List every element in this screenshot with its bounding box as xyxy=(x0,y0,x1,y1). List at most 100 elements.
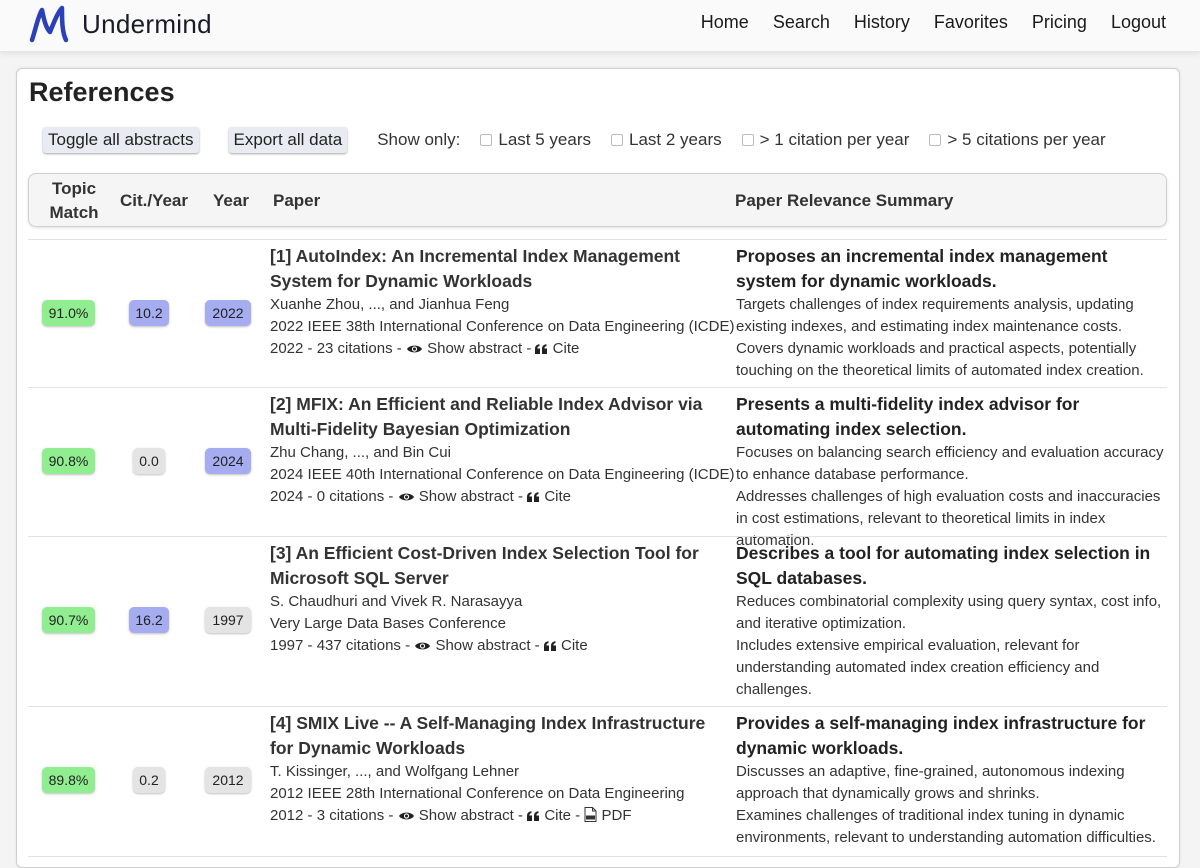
summary-line: Discusses an adaptive, fine-grained, aut… xyxy=(736,763,1125,802)
eye-icon xyxy=(398,493,414,501)
filter-5-citations-per-year[interactable]: > 5 citations per year xyxy=(929,130,1106,150)
filter-label: > 5 citations per year xyxy=(947,130,1106,149)
filter-label: Last 5 years xyxy=(498,130,591,149)
filter-last-2-years[interactable]: Last 2 years xyxy=(611,130,722,150)
checkbox[interactable] xyxy=(480,134,493,146)
paper-authors: Zhu Chang, ..., and Bin Cui xyxy=(270,444,451,461)
header-summary: Paper Relevance Summary xyxy=(735,191,954,210)
cit-year-badge: 0.2 xyxy=(133,767,165,793)
nav-search[interactable]: Search xyxy=(773,12,830,33)
show-abstract-link[interactable]: Show abstract xyxy=(414,637,534,654)
filter-label: > 1 citation per year xyxy=(759,130,910,149)
quote-icon xyxy=(527,492,540,502)
table-row: 90.7% 16.2 1997 [3] An Efficient Cost-Dr… xyxy=(28,536,1167,706)
brand[interactable]: Undermind xyxy=(28,4,212,44)
paper-title[interactable]: [3] An Efficient Cost-Driven Index Selec… xyxy=(270,541,732,591)
show-abstract-link[interactable]: Show abstract xyxy=(398,807,518,824)
filter-1-citation-per-year[interactable]: > 1 citation per year xyxy=(741,130,910,150)
eye-icon xyxy=(398,812,414,820)
paper-cell: [1] AutoIndex: An Incremental Index Mana… xyxy=(270,244,735,360)
year-badge: 1997 xyxy=(205,607,251,633)
toggle-abstracts-button[interactable]: Toggle all abstracts xyxy=(43,127,199,153)
table-header: Topic Match Cit./Year Year Paper Paper R… xyxy=(28,173,1167,227)
show-abstract-link[interactable]: Show abstract xyxy=(398,488,518,505)
eye-icon xyxy=(406,345,422,353)
summary-cell: Describes a tool for automating index se… xyxy=(736,541,1166,701)
cite-link[interactable]: Cite xyxy=(543,637,588,654)
paper-venue: 2022 IEEE 38th International Conference … xyxy=(270,318,735,335)
header-topic-match[interactable]: Topic Match xyxy=(43,177,105,225)
summary-line: Examines challenges of traditional index… xyxy=(736,807,1156,846)
nav-favorites[interactable]: Favorites xyxy=(934,12,1008,33)
cite-label: Cite xyxy=(544,488,571,505)
summary-title: Provides a self-managing index infrastru… xyxy=(736,713,1146,758)
main-nav: Home Search History Favorites Pricing Lo… xyxy=(701,12,1166,33)
export-data-button[interactable]: Export all data xyxy=(228,127,348,153)
pdf-label: PDF xyxy=(601,807,632,824)
show-abstract-label: Show abstract xyxy=(418,488,514,505)
paper-stats-line: 2024 - 0 citations - Show abstract - Cit… xyxy=(270,488,571,505)
show-abstract-link[interactable]: Show abstract xyxy=(406,340,526,357)
paper-title[interactable]: [4] SMIX Live -- A Self-Managing Index I… xyxy=(270,711,732,761)
paper-title[interactable]: [2] MFIX: An Efficient and Reliable Inde… xyxy=(270,392,732,442)
year-badge: 2024 xyxy=(205,448,251,474)
summary-line: Includes extensive empirical evaluation,… xyxy=(736,637,1100,698)
summary-title: Presents a multi-fidelity index advisor … xyxy=(736,394,1080,439)
paper-stats: 2024 - 0 citations - xyxy=(270,488,394,505)
topic-match-badge: 90.7% xyxy=(42,607,95,633)
paper-venue: 2024 IEEE 40th International Conference … xyxy=(270,466,735,483)
header-year[interactable]: Year xyxy=(209,189,253,213)
summary-line: Reduces combinatorial complexity using q… xyxy=(736,593,1162,632)
nav-logout[interactable]: Logout xyxy=(1111,12,1166,33)
table-row: 91.0% 10.2 2022 [1] AutoIndex: An Increm… xyxy=(28,239,1167,387)
table-row: 90.8% 0.0 2024 [2] MFIX: An Efficient an… xyxy=(28,387,1167,549)
checkbox[interactable] xyxy=(741,134,754,146)
cite-link[interactable]: Cite xyxy=(527,488,571,505)
summary-line: Targets challenges of index requirements… xyxy=(736,296,1134,335)
summary-cell: Presents a multi-fidelity index advisor … xyxy=(736,392,1166,552)
paper-venue: 2012 IEEE 28th International Conference … xyxy=(270,785,685,802)
paper-venue: Very Large Data Bases Conference xyxy=(270,615,506,632)
paper-authors: Xuanhe Zhou, ..., and Jianhua Feng xyxy=(270,296,510,313)
paper-authors: S. Chaudhuri and Vivek R. Narasayya xyxy=(270,593,523,610)
quote-icon xyxy=(543,641,556,651)
app-name: Undermind xyxy=(82,8,212,39)
show-abstract-label: Show abstract xyxy=(427,340,523,357)
summary-title: Describes a tool for automating index se… xyxy=(736,543,1151,588)
show-only-label: Show only: xyxy=(377,130,461,149)
paper-title[interactable]: [1] AutoIndex: An Incremental Index Mana… xyxy=(270,244,732,294)
header-cit-year[interactable]: Cit./Year xyxy=(117,189,191,213)
header-topic-label: Topic xyxy=(51,179,97,198)
topic-match-badge: 89.8% xyxy=(42,767,95,793)
cit-year-badge: 10.2 xyxy=(129,300,169,326)
header-paper[interactable]: Paper xyxy=(273,189,320,213)
cite-link[interactable]: Cite xyxy=(527,807,575,824)
show-abstract-label: Show abstract xyxy=(435,637,531,654)
summary-line: Covers dynamic workloads and practical a… xyxy=(736,340,1144,379)
nav-home[interactable]: Home xyxy=(701,12,749,33)
paper-stats-line: 2022 - 23 citations - Show abstract - Ci… xyxy=(270,340,580,357)
eye-icon xyxy=(415,642,431,650)
quote-icon xyxy=(535,344,548,354)
checkbox[interactable] xyxy=(611,134,623,146)
year-badge: 2022 xyxy=(205,300,251,326)
year-badge: 2012 xyxy=(205,767,251,793)
table-row: 89.8% 0.2 2012 [4] SMIX Live -- A Self-M… xyxy=(28,706,1167,856)
nav-history[interactable]: History xyxy=(854,12,910,33)
cite-label: Cite xyxy=(544,807,571,824)
summary-cell: Proposes an incremental index management… xyxy=(736,244,1166,382)
paper-stats-line: 2012 - 3 citations - Show abstract - Cit… xyxy=(270,807,632,824)
paper-stats: 2012 - 3 citations - xyxy=(270,807,394,824)
nav-pricing[interactable]: Pricing xyxy=(1032,12,1087,33)
cite-label: Cite xyxy=(561,637,588,654)
pdf-link[interactable]: PDF xyxy=(584,807,632,824)
topic-match-badge: 90.8% xyxy=(42,448,95,474)
summary-line: Focuses on balancing search efficiency a… xyxy=(736,444,1164,483)
checkbox[interactable] xyxy=(929,134,942,146)
cite-link[interactable]: Cite xyxy=(535,340,579,357)
paper-cell: [3] An Efficient Cost-Driven Index Selec… xyxy=(270,541,732,657)
paper-authors: T. Kissinger, ..., and Wolfgang Lehner xyxy=(270,763,520,780)
cite-label: Cite xyxy=(552,340,580,357)
filter-last-5-years[interactable]: Last 5 years xyxy=(480,130,591,150)
topic-match-badge: 91.0% xyxy=(42,300,95,326)
